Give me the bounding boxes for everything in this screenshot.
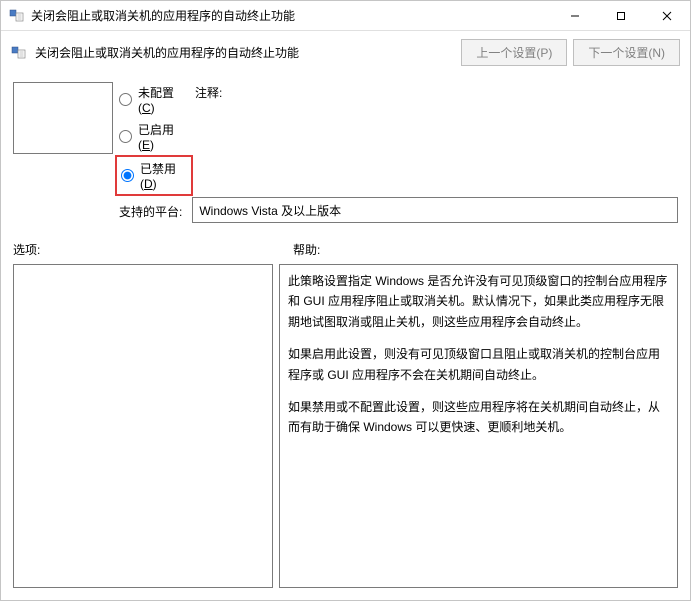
comment-label: 注释: <box>195 82 678 101</box>
highlight-box: 已禁用(D) <box>115 155 193 196</box>
maximize-button[interactable] <box>598 1 644 31</box>
panels: 此策略设置指定 Windows 是否允许没有可见顶级窗口的控制台应用程序和 GU… <box>1 264 690 600</box>
radio-disabled-input[interactable] <box>121 169 134 182</box>
prev-setting-button[interactable]: 上一个设置(P) <box>461 39 567 66</box>
policy-title: 关闭会阻止或取消关机的应用程序的自动终止功能 <box>35 44 453 61</box>
platform-label: 支持的平台: <box>119 201 182 220</box>
options-panel[interactable] <box>13 264 273 588</box>
radio-not-configured[interactable]: 未配置(C) <box>119 82 189 117</box>
next-setting-button[interactable]: 下一个设置(N) <box>573 39 680 66</box>
help-panel[interactable]: 此策略设置指定 Windows 是否允许没有可见顶级窗口的控制台应用程序和 GU… <box>279 264 678 588</box>
radio-not-configured-input[interactable] <box>119 93 132 106</box>
section-labels: 选项: 帮助: <box>1 227 690 264</box>
help-p2: 如果启用此设置，则没有可见顶级窗口且阻止或取消关机的控制台应用程序或 GUI 应… <box>288 344 669 385</box>
settings-grid: 未配置(C) 注释: 已启用(E) 已禁用(D) 支持的平台: Windows … <box>1 74 690 227</box>
radio-enabled[interactable]: 已启用(E) <box>119 119 189 154</box>
close-button[interactable] <box>644 1 690 31</box>
app-icon <box>9 8 25 24</box>
policy-icon <box>11 45 27 61</box>
options-label: 选项: <box>13 241 293 258</box>
window-title: 关闭会阻止或取消关机的应用程序的自动终止功能 <box>31 7 552 24</box>
platform-value: Windows Vista 及以上版本 <box>199 202 341 219</box>
help-p3: 如果禁用或不配置此设置，则这些应用程序将在关机期间自动终止，从而有助于确保 Wi… <box>288 397 669 438</box>
radio-enabled-label: 已启用(E) <box>138 121 189 152</box>
radio-enabled-input[interactable] <box>119 130 132 143</box>
radio-disabled-label: 已禁用(D) <box>140 160 187 191</box>
policy-editor-window: 关闭会阻止或取消关机的应用程序的自动终止功能 关闭会阻止或取消关机的应用程序的自… <box>0 0 691 601</box>
help-label: 帮助: <box>293 241 320 258</box>
comment-input[interactable] <box>13 82 113 154</box>
window-controls <box>552 1 690 31</box>
subheader: 关闭会阻止或取消关机的应用程序的自动终止功能 上一个设置(P) 下一个设置(N) <box>1 31 690 74</box>
titlebar: 关闭会阻止或取消关机的应用程序的自动终止功能 <box>1 1 690 31</box>
radio-disabled[interactable]: 已禁用(D) <box>121 158 187 193</box>
minimize-button[interactable] <box>552 1 598 31</box>
radio-disabled-wrap: 已禁用(D) <box>119 156 189 195</box>
platform-value-box: Windows Vista 及以上版本 <box>192 197 678 223</box>
help-p1: 此策略设置指定 Windows 是否允许没有可见顶级窗口的控制台应用程序和 GU… <box>288 271 669 332</box>
nav-buttons: 上一个设置(P) 下一个设置(N) <box>461 39 680 66</box>
platform-row: 支持的平台: Windows Vista 及以上版本 <box>119 197 678 223</box>
radio-not-configured-label: 未配置(C) <box>138 84 189 115</box>
